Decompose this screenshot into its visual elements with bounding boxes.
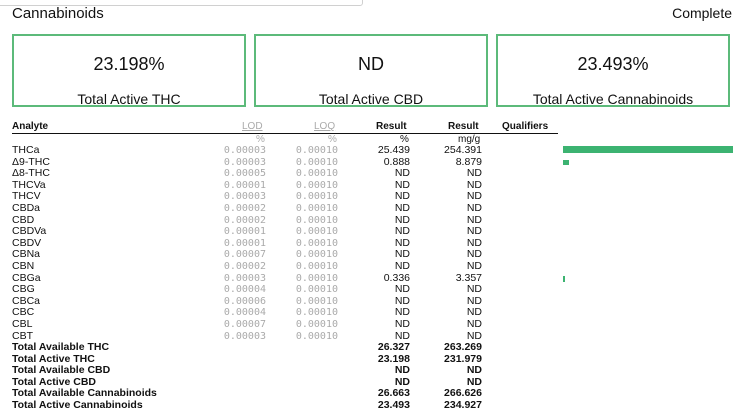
header-analyte: Analyte — [12, 121, 49, 132]
loq-cell: 0.00010 — [295, 202, 338, 214]
result-mg-cell: 234.927 — [444, 399, 482, 412]
result-percent-cell: ND — [394, 283, 410, 296]
analyte-cell: Total Active Cannabinoids — [12, 399, 143, 412]
result-percent-cell: ND — [394, 201, 410, 214]
loq-cell: 0.00010 — [295, 214, 338, 226]
analyte-cell: CBG — [12, 283, 35, 296]
loq-cell: 0.00010 — [295, 272, 338, 284]
loq-cell: 0.00010 — [295, 295, 338, 307]
summary-card-thc: 23.198% Total Active THC — [12, 34, 246, 107]
result-percent-cell: 23.493 — [377, 399, 410, 412]
loq-cell: 0.00010 — [295, 226, 338, 238]
analyte-cell: Total Available THC — [12, 341, 110, 354]
lod-cell: 0.00003 — [223, 191, 266, 203]
loq-cell: 0.00010 — [295, 284, 338, 296]
result-mg-cell: 263.269 — [444, 341, 482, 354]
header-lod: LOD — [242, 121, 263, 132]
card-label: Total Active CBD — [318, 91, 424, 107]
card-value: 23.493% — [577, 54, 649, 74]
loq-cell: 0.00010 — [295, 168, 338, 180]
result-mg-cell: ND — [466, 283, 482, 296]
header-result-mg: Result — [448, 121, 479, 132]
lod-cell: 0.00006 — [223, 295, 266, 307]
result-mg-cell: ND — [466, 317, 482, 330]
result-percent-cell: ND — [394, 259, 410, 272]
lod-cell: 0.00002 — [223, 260, 266, 272]
lod-cell: 0.00003 — [223, 156, 266, 168]
analyte-cell: CBDa — [12, 201, 41, 214]
loq-cell: 0.00010 — [295, 191, 338, 203]
result-mg-cell: ND — [466, 201, 482, 214]
unit-loq: % — [328, 134, 337, 145]
lod-cell: 0.00003 — [223, 145, 266, 156]
header-qualifiers: Qualifiers — [502, 121, 549, 132]
analyte-cell: CBDVa — [12, 225, 47, 238]
lod-cell: 0.00003 — [223, 330, 266, 342]
card-label: Total Active Cannabinoids — [532, 91, 694, 107]
analyte-cell: THCa — [12, 144, 40, 156]
analyte-cell: CBL — [12, 317, 33, 330]
result-bar — [563, 275, 565, 282]
result-mg-cell: 254.391 — [444, 144, 482, 156]
loq-cell: 0.00010 — [295, 260, 338, 272]
lod-cell: 0.00005 — [223, 168, 266, 180]
card-value: ND — [358, 54, 384, 74]
loq-cell: 0.00010 — [295, 330, 338, 342]
loq-cell: 0.00010 — [295, 307, 338, 319]
result-percent-cell: 26.327 — [377, 341, 410, 354]
card-value: 23.198% — [93, 54, 165, 74]
result-bar — [563, 159, 569, 165]
result-percent-cell: ND — [394, 317, 410, 330]
lod-cell: 0.00001 — [223, 179, 266, 191]
status-label: Complete — [672, 5, 732, 21]
summary-card-cannabinoids: 23.493% Total Active Cannabinoids — [496, 34, 730, 107]
summary-card-cbd: ND Total Active CBD — [254, 34, 488, 107]
unit-lod: % — [256, 134, 265, 145]
result-bar — [563, 146, 733, 153]
loq-cell: 0.00010 — [295, 156, 338, 168]
lod-cell: 0.00002 — [223, 202, 266, 214]
header-result-percent: Result — [376, 121, 407, 132]
result-mg-cell: ND — [466, 259, 482, 272]
result-percent-cell: 25.439 — [377, 144, 410, 156]
result-percent-cell: ND — [394, 225, 410, 238]
section-title: Cannabinoids — [12, 5, 104, 22]
lod-cell: 0.00007 — [223, 318, 266, 330]
loq-cell: 0.00010 — [295, 249, 338, 261]
header-loq: LOQ — [314, 121, 336, 132]
analyte-cell: CBN — [12, 259, 35, 272]
result-mg-cell: ND — [466, 225, 482, 238]
lod-cell: 0.00002 — [223, 214, 266, 226]
lod-cell: 0.00004 — [223, 307, 266, 319]
lod-cell: 0.00004 — [223, 284, 266, 296]
loq-cell: 0.00010 — [295, 237, 338, 249]
card-label: Total Active THC — [77, 91, 181, 107]
loq-cell: 0.00010 — [295, 145, 338, 156]
lod-cell: 0.00001 — [223, 226, 266, 238]
lod-cell: 0.00007 — [223, 249, 266, 261]
lod-cell: 0.00001 — [223, 237, 266, 249]
loq-cell: 0.00010 — [295, 318, 338, 330]
lod-cell: 0.00003 — [223, 272, 266, 284]
loq-cell: 0.00010 — [295, 179, 338, 191]
